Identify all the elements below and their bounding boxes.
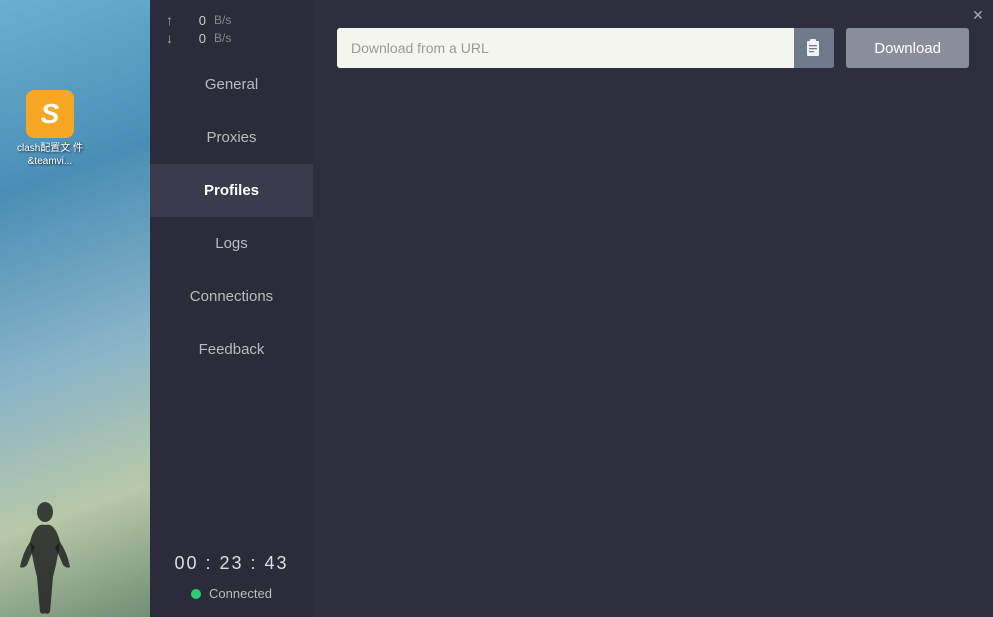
download-value: 0 [186,31,206,46]
clipboard-button[interactable] [794,28,834,68]
connected-row: Connected [166,586,297,601]
nav-item-feedback[interactable]: Feedback [150,323,313,376]
close-button[interactable]: ✕ [963,0,993,30]
title-bar: ✕ [963,0,993,30]
clipboard-icon [805,38,823,58]
upload-arrow: ↑ [166,12,178,28]
nav-item-profiles[interactable]: Profiles [150,164,313,217]
person-silhouette [15,497,75,617]
connected-dot [191,589,201,599]
icon-letter: S [41,98,60,130]
timer-area: 00 : 23 : 43 Connected [150,537,313,617]
connected-label: Connected [209,586,272,601]
upload-value: 0 [186,13,206,28]
stats-area: ↑ 0 B/s ↓ 0 B/s [150,0,313,58]
app-window: ✕ ↑ 0 B/s ↓ 0 B/s GeneralProxiesProfiles… [150,0,993,617]
icon-label: clash配置文 件&teamvi... [15,142,85,168]
nav-item-logs[interactable]: Logs [150,217,313,270]
url-input[interactable] [337,28,834,68]
download-unit: B/s [214,31,231,45]
content-area: Download [313,0,993,617]
nav-item-proxies[interactable]: Proxies [150,111,313,164]
nav-item-general[interactable]: General [150,58,313,111]
download-bar: Download [337,28,969,68]
url-input-wrapper [337,28,834,68]
desktop-icon-clash[interactable]: S clash配置文 件&teamvi... [15,90,85,168]
sidebar: ↑ 0 B/s ↓ 0 B/s GeneralProxiesProfilesLo… [150,0,313,617]
timer-display: 00 : 23 : 43 [166,553,297,574]
nav-container: GeneralProxiesProfilesLogsConnectionsFee… [150,58,313,376]
download-stat: ↓ 0 B/s [166,30,297,46]
upload-stat: ↑ 0 B/s [166,12,297,28]
nav-item-connections[interactable]: Connections [150,270,313,323]
main-layout: ↑ 0 B/s ↓ 0 B/s GeneralProxiesProfilesLo… [150,0,993,617]
icon-box: S [26,90,74,138]
upload-unit: B/s [214,13,231,27]
download-arrow: ↓ [166,30,178,46]
download-button[interactable]: Download [846,28,969,68]
